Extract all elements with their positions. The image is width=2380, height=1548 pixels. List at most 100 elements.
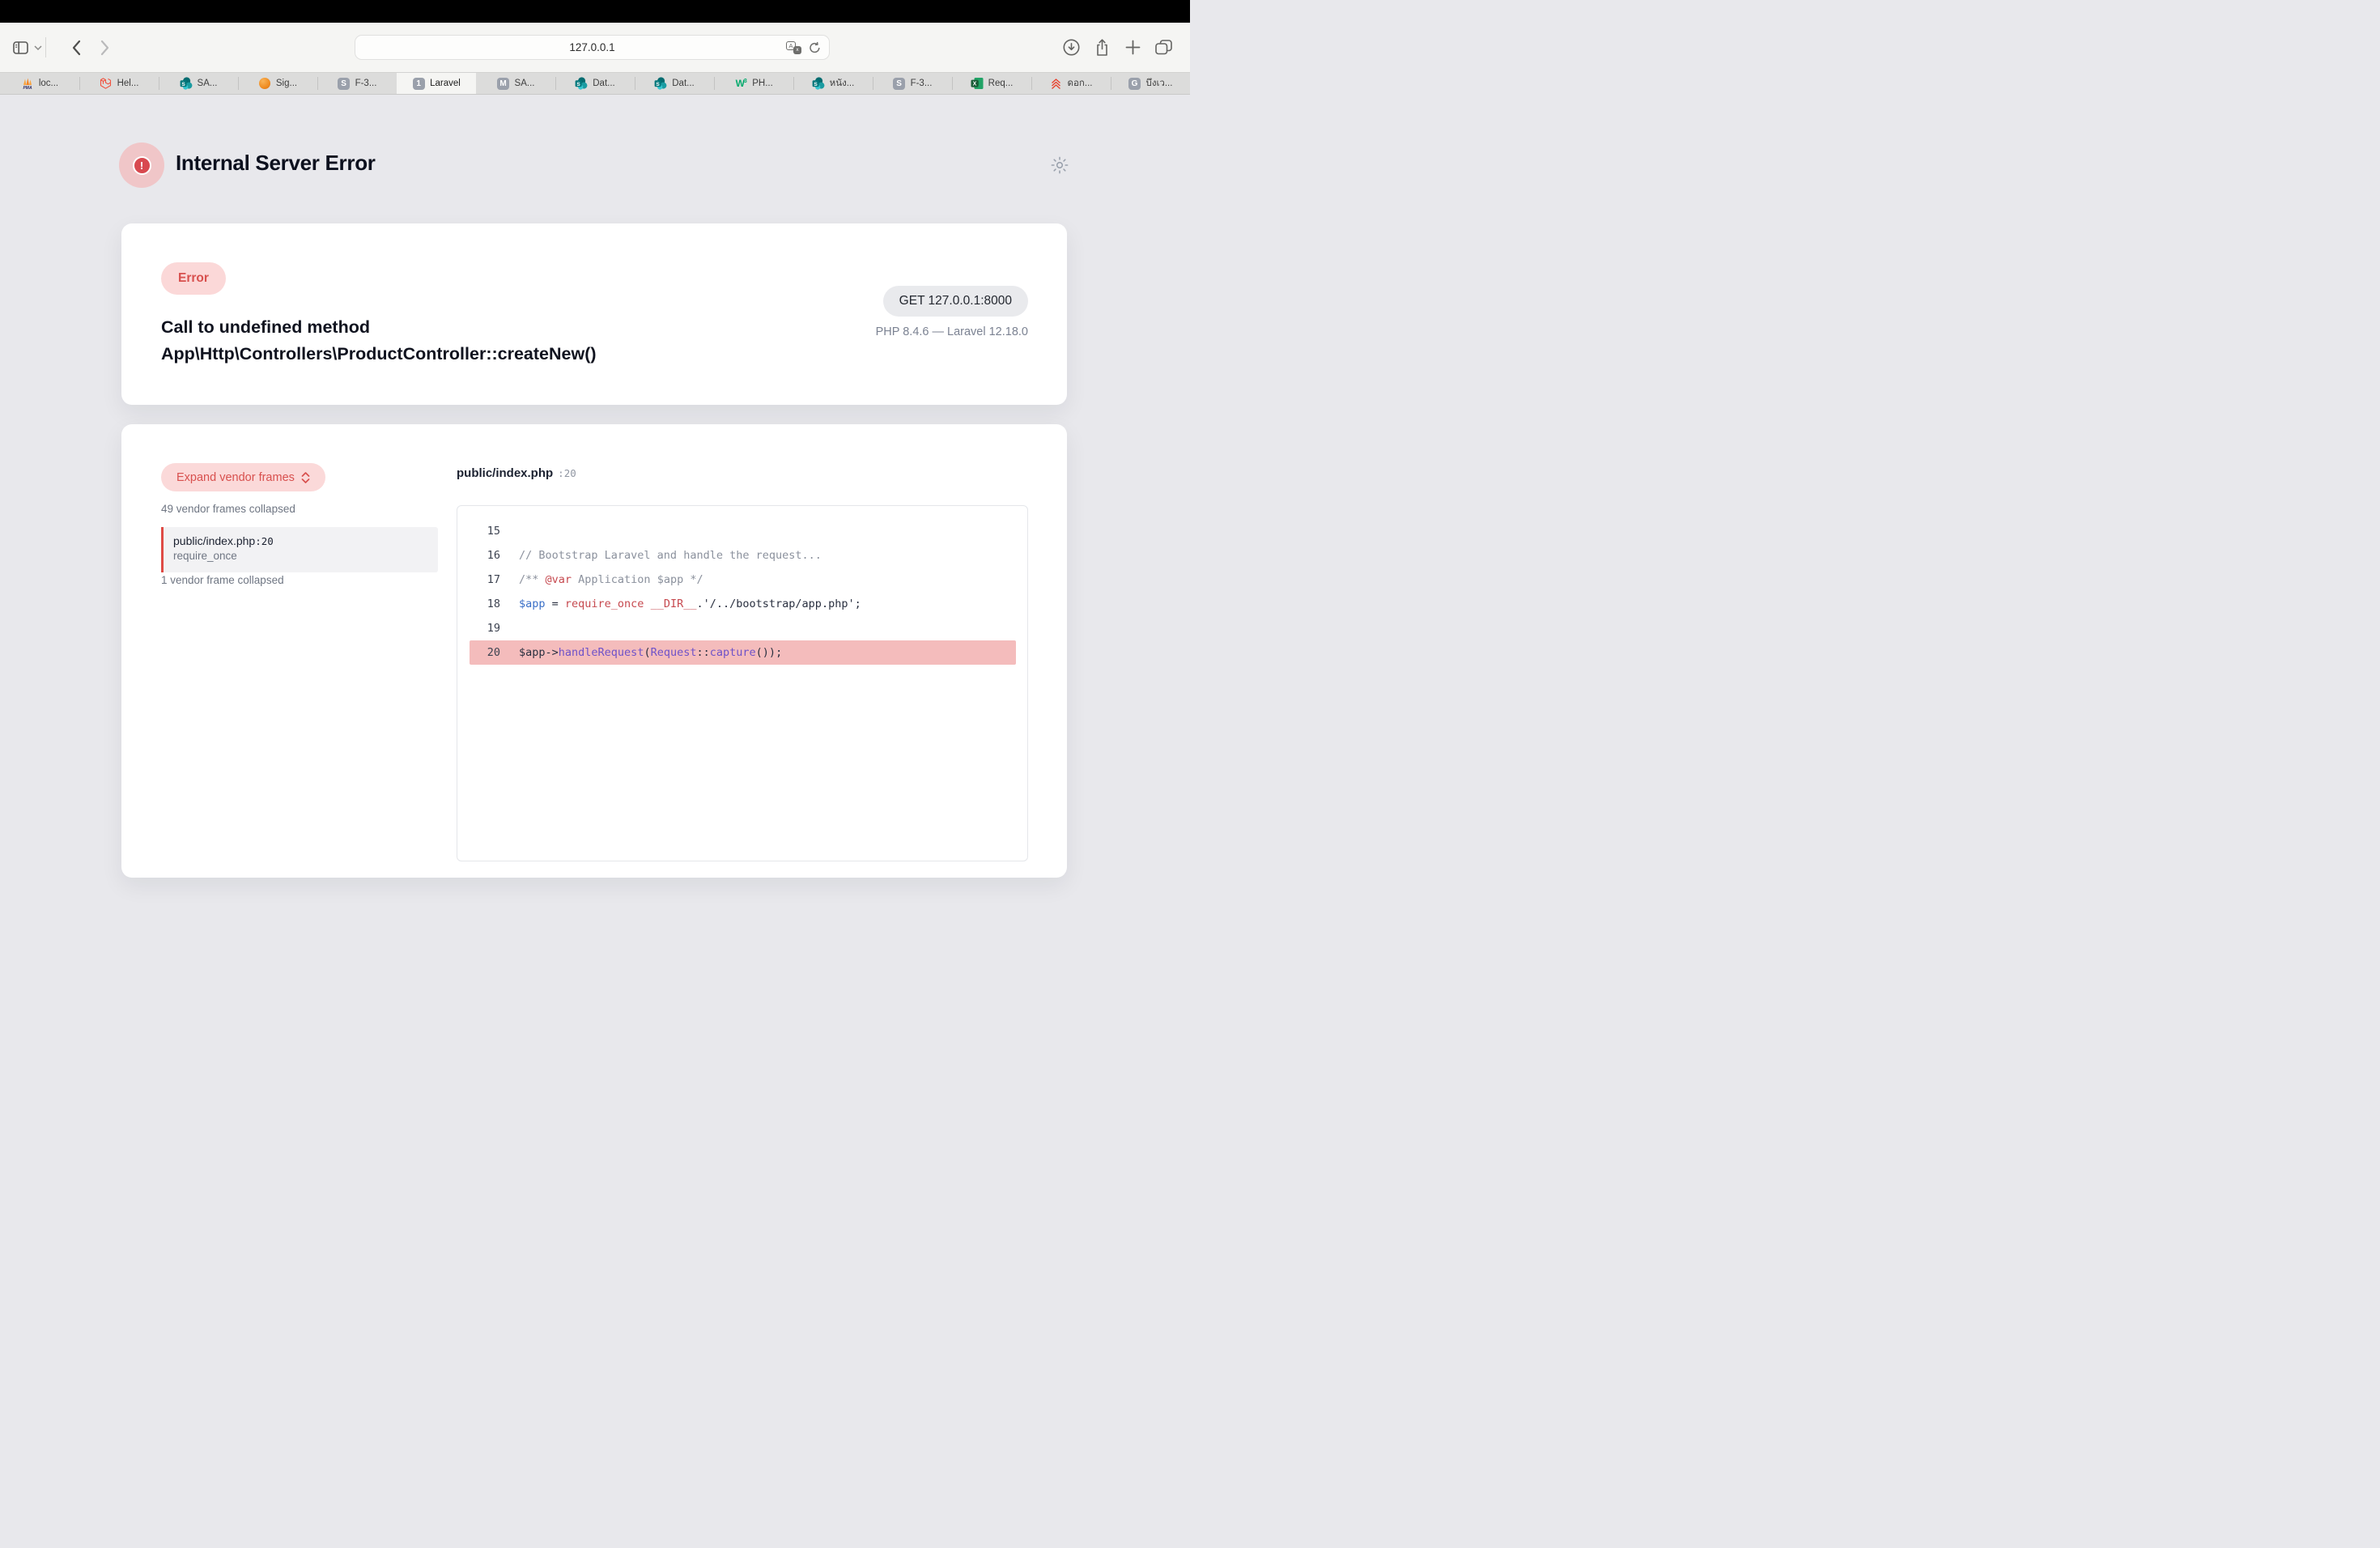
line-source: $app = require_once __DIR__.'/../bootstr… xyxy=(519,598,861,610)
tab-label: Sig... xyxy=(276,79,297,88)
tab-label: PH... xyxy=(752,79,773,88)
code-file-name: public/index.php xyxy=(457,466,553,480)
exception-message-line2: App\Http\Controllers\ProductController::… xyxy=(161,341,597,368)
exception-message: Call to undefined method App\Http\Contro… xyxy=(161,314,597,368)
code-file-header: public/index.php:20 xyxy=(457,466,576,480)
svg-text:S: S xyxy=(657,82,661,87)
browser-tab-6[interactable]: 1 Laravel xyxy=(397,73,476,94)
line-number: 19 xyxy=(470,622,500,635)
letter-tile-icon: M xyxy=(497,77,510,90)
tab-label: SA... xyxy=(198,79,218,88)
tab-label: ดอก... xyxy=(1068,76,1093,91)
code-line-15: 15 xyxy=(470,519,1016,543)
sharepoint-icon: S xyxy=(812,77,825,90)
browser-tab-1[interactable]: PMA loc... xyxy=(0,73,79,94)
expand-vendor-frames-label: Expand vendor frames xyxy=(176,471,295,484)
browser-tab-10[interactable]: W3PH... xyxy=(714,73,793,94)
code-line-18: 18 $app = require_once __DIR__.'/../boots… xyxy=(470,592,1016,616)
tab-label: Laravel xyxy=(430,79,461,88)
new-tab-button[interactable] xyxy=(1123,23,1142,72)
svg-text:X: X xyxy=(972,82,976,87)
chevron-up-down-icon xyxy=(301,471,310,484)
browser-tab-15[interactable]: Gบึงเว... xyxy=(1111,73,1190,94)
orange-sphere-icon xyxy=(258,77,271,90)
sidebar-toggle-button[interactable] xyxy=(10,23,31,72)
theme-toggle-sun-icon[interactable] xyxy=(1051,156,1069,174)
forward-chevron-icon xyxy=(100,40,110,56)
menu-bar xyxy=(0,0,1190,23)
red-chevrons-icon xyxy=(1050,77,1063,90)
code-viewer[interactable]: 15 16 // Bootstrap Laravel and handle the … xyxy=(457,505,1028,861)
url-field[interactable]: 127.0.0.1 A x xyxy=(355,35,830,60)
stack-trace-card: Expand vendor frames 49 vendor frames co… xyxy=(121,424,1067,878)
tab-label: SA... xyxy=(515,79,535,88)
error-page: ! Internal Server Error Error GET 127.0.… xyxy=(0,95,1190,797)
line-source: $app->handleRequest(Request::capture()); xyxy=(519,646,782,659)
tab-label: Dat... xyxy=(672,79,694,88)
tab-label: Hel... xyxy=(117,79,139,88)
toolbar-divider xyxy=(45,37,46,57)
browser-tab-12[interactable]: S F-3... xyxy=(873,73,952,94)
excel-icon: X xyxy=(971,77,984,90)
tab-label: F-3... xyxy=(355,79,377,88)
tab-label: loc... xyxy=(39,79,58,88)
exception-card: Error GET 127.0.0.1:8000 PHP 8.4.6 — Lar… xyxy=(121,223,1067,405)
tab-overview-icon xyxy=(1155,40,1172,55)
browser-tab-11[interactable]: S หนัง... xyxy=(793,73,873,94)
sharepoint-icon: S xyxy=(180,77,193,90)
page-title: Internal Server Error xyxy=(176,151,376,176)
browser-tab-5[interactable]: S F-3... xyxy=(317,73,397,94)
code-line-17: 17/** @var Application $app */ xyxy=(470,568,1016,592)
sharepoint-icon: S xyxy=(654,77,667,90)
environment-versions: PHP 8.4.6 — Laravel 12.18.0 xyxy=(876,325,1028,338)
url-text: 127.0.0.1 xyxy=(569,41,614,53)
code-line-19: 19 xyxy=(470,616,1016,640)
svg-text:S: S xyxy=(181,82,185,87)
tab-strip: PMA loc... Hel... S SA... Sig... S F-3... 1 Larav… xyxy=(0,72,1190,95)
svg-text:S: S xyxy=(814,82,818,87)
browser-tab-13[interactable]: XReq... xyxy=(952,73,1031,94)
downloads-button[interactable] xyxy=(1061,23,1081,72)
svg-text:S: S xyxy=(577,82,581,87)
tab-label: หนัง... xyxy=(830,76,855,91)
tab-overview-button[interactable] xyxy=(1153,23,1174,72)
forward-button[interactable] xyxy=(96,23,114,72)
browser-tab-4[interactable]: Sig... xyxy=(238,73,317,94)
back-button[interactable] xyxy=(67,23,85,72)
download-icon xyxy=(1063,39,1080,56)
svg-text:PMA: PMA xyxy=(23,86,32,90)
error-status-icon: ! xyxy=(119,142,164,188)
stack-frame-call: require_once xyxy=(173,550,428,562)
translate-icon[interactable]: A x xyxy=(786,41,801,54)
line-source: // Bootstrap Laravel and handle the requ… xyxy=(519,549,822,562)
letter-tile-icon: S xyxy=(338,77,351,90)
stack-frame-item[interactable]: public/index.php:20 require_once xyxy=(161,527,438,572)
line-source: /** @var Application $app */ xyxy=(519,573,703,586)
browser-toolbar: 127.0.0.1 A x xyxy=(0,23,1190,72)
letter-tile-icon: 1 xyxy=(412,77,425,90)
letter-tile-icon: S xyxy=(893,77,906,90)
sidebar-menu-button[interactable] xyxy=(32,23,44,72)
browser-tab-3[interactable]: S SA... xyxy=(159,73,238,94)
line-number: 18 xyxy=(470,598,500,610)
tab-label: F-3... xyxy=(911,79,933,88)
browser-tab-2[interactable]: Hel... xyxy=(79,73,159,94)
request-method-badge: GET 127.0.0.1:8000 xyxy=(883,286,1028,317)
plus-icon xyxy=(1125,40,1141,55)
line-number: 20 xyxy=(470,646,500,659)
browser-tab-7[interactable]: M SA... xyxy=(476,73,555,94)
expand-vendor-frames-button[interactable]: Expand vendor frames xyxy=(161,463,325,491)
sidebar-icon xyxy=(13,41,28,54)
collapsed-frames-below: 1 vendor frame collapsed xyxy=(161,574,284,586)
phpmyadmin-icon: PMA xyxy=(21,77,34,90)
line-number: 16 xyxy=(470,549,500,562)
stack-frame-location: public/index.php:20 xyxy=(173,534,428,547)
share-button[interactable] xyxy=(1092,23,1111,72)
collapsed-frames-above: 49 vendor frames collapsed xyxy=(161,503,295,515)
exclamation-icon: ! xyxy=(133,156,151,175)
browser-tab-8[interactable]: SDat... xyxy=(555,73,635,94)
browser-tab-9[interactable]: S Dat... xyxy=(635,73,714,94)
reload-button[interactable] xyxy=(809,41,821,54)
browser-tab-14[interactable]: ดอก... xyxy=(1031,73,1111,94)
tab-label: บึงเว... xyxy=(1146,76,1173,91)
